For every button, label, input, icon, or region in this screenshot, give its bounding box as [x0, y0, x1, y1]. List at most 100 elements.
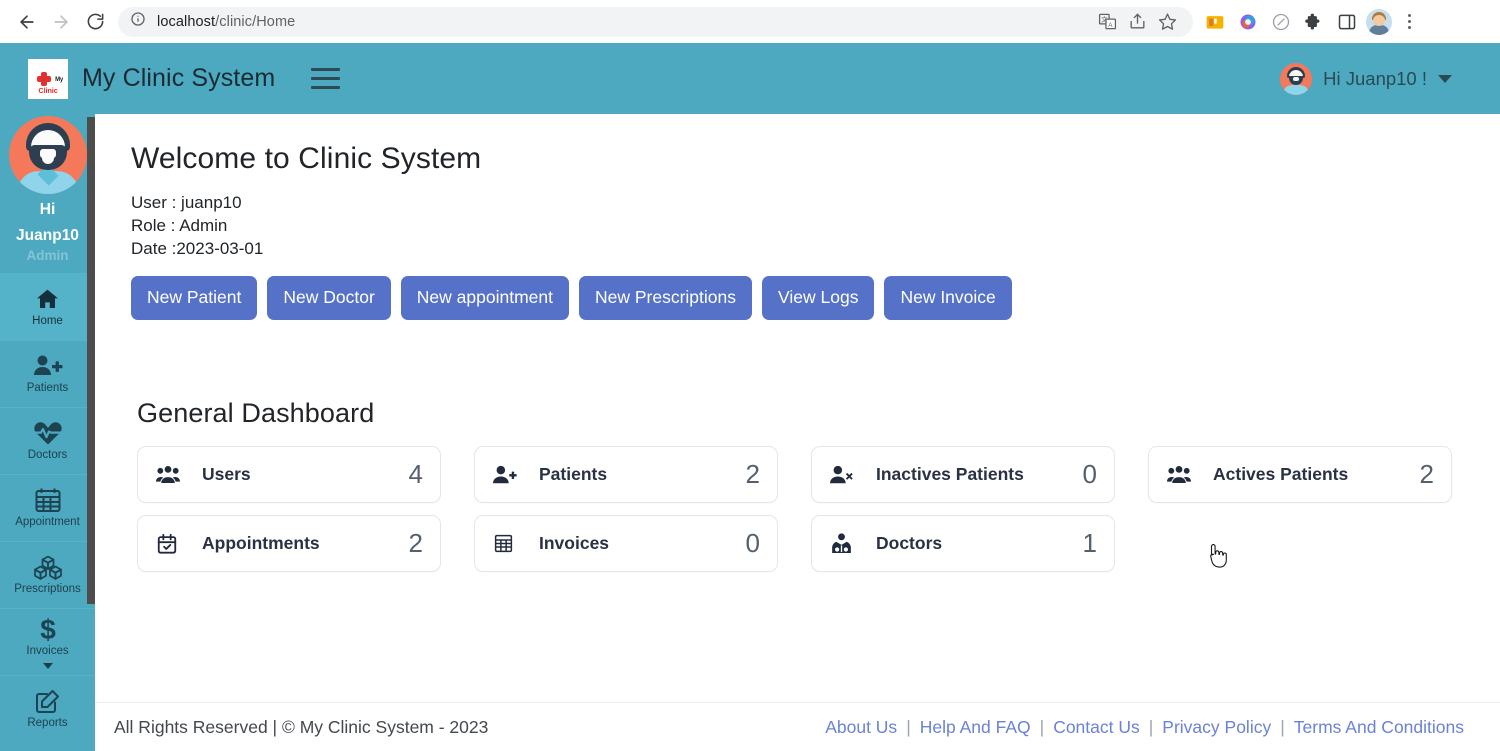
- user-plus-icon: [33, 353, 63, 379]
- sidebar-item-label: Invoices: [26, 644, 69, 657]
- stat-value: 0: [1082, 459, 1097, 489]
- stat-value: 2: [745, 459, 760, 489]
- puzzle-extensions-icon[interactable]: [1300, 8, 1328, 36]
- stat-label: Invoices: [539, 533, 610, 553]
- stat-card-doctors[interactable]: Doctors 1: [811, 515, 1115, 572]
- users-group-icon: [156, 465, 182, 484]
- new-prescriptions-button[interactable]: New Prescriptions: [578, 276, 753, 320]
- sidebar-avatar: [8, 116, 87, 194]
- sidebar-item-invoices[interactable]: $ Invoices: [0, 608, 95, 675]
- chevron-down-icon[interactable]: [1438, 74, 1452, 83]
- table-grid-icon: [493, 533, 519, 554]
- stat-label: Patients: [539, 464, 608, 484]
- back-arrow-icon[interactable]: [10, 5, 44, 39]
- stat-label: Inactives Patients: [876, 464, 1024, 484]
- profile-avatar-icon[interactable]: [1366, 8, 1392, 35]
- clinic-app: My Clinic My Clinic System Hi Juanp10 ! …: [0, 43, 1500, 751]
- sidebar-item-label: Doctors: [27, 449, 68, 461]
- page-title: Welcome to Clinic System: [131, 142, 482, 175]
- app-header: My Clinic My Clinic System Hi Juanp10 !: [0, 43, 1500, 114]
- view-logs-button[interactable]: View Logs: [762, 276, 875, 320]
- stat-card-users[interactable]: Users 4: [137, 446, 441, 503]
- sidebar-greeting-line1: Hi: [39, 201, 56, 218]
- stat-card-appointments[interactable]: Appointments 2: [137, 515, 441, 572]
- share-icon[interactable]: [1123, 8, 1151, 36]
- footer-link-contact-us[interactable]: Contact Us: [1044, 717, 1149, 738]
- doctor-icon: [830, 533, 856, 554]
- sidebar-item-label: Appointment: [15, 516, 80, 528]
- stat-card-actives-patients[interactable]: Actives Patients 2: [1148, 446, 1452, 503]
- sidebar-item-label: Home: [32, 315, 63, 327]
- edit-square-icon: [34, 688, 62, 714]
- sidebar-item-prescriptions[interactable]: Prescriptions: [0, 541, 95, 608]
- users-group-icon: [1167, 465, 1193, 484]
- sidebar-scrollbar[interactable]: [87, 117, 95, 604]
- stat-value: 0: [745, 528, 760, 558]
- chevron-down-icon[interactable]: [42, 662, 53, 669]
- stat-card-inactives-patients[interactable]: Inactives Patients 0: [811, 446, 1115, 503]
- meta-date: Date :2023-03-01: [131, 239, 264, 258]
- svg-text:$: $: [40, 615, 56, 643]
- side-panel-icon[interactable]: [1333, 8, 1361, 36]
- forward-arrow-icon[interactable]: [44, 5, 78, 39]
- home-icon: [34, 286, 61, 312]
- reload-icon[interactable]: [78, 5, 112, 39]
- main-content: Welcome to Clinic System User : juanp10 …: [95, 114, 1500, 751]
- svg-text:文: 文: [1101, 15, 1108, 24]
- hamburger-menu-icon[interactable]: [311, 66, 341, 92]
- dollar-icon: $: [38, 615, 58, 643]
- user-times-icon: [830, 465, 856, 484]
- stat-card-patients[interactable]: Patients 2: [474, 446, 778, 503]
- new-invoice-button[interactable]: New Invoice: [884, 276, 1012, 320]
- stat-value: 2: [408, 528, 423, 558]
- new-appointment-button[interactable]: New appointment: [400, 276, 569, 320]
- star-icon[interactable]: [1153, 8, 1181, 36]
- user-plus-icon: [493, 465, 519, 484]
- extension-icons: [1201, 8, 1392, 36]
- footer-link-terms-and-conditions[interactable]: Terms And Conditions: [1285, 717, 1473, 738]
- new-patient-button[interactable]: New Patient: [131, 276, 258, 320]
- sidebar-item-home[interactable]: Home: [0, 273, 95, 340]
- stat-card-invoices[interactable]: Invoices 0: [474, 515, 778, 572]
- slash-circle-extension-icon[interactable]: [1267, 8, 1295, 36]
- translate-icon[interactable]: 文A: [1093, 8, 1121, 36]
- sidebar-item-label: Reports: [27, 717, 68, 729]
- wallet-extension-icon[interactable]: [1201, 8, 1229, 36]
- sidebar-item-reports[interactable]: Reports: [0, 675, 95, 742]
- stat-label: Appointments: [202, 533, 320, 553]
- quick-actions: New Patient New Doctor New appointment N…: [95, 276, 1500, 320]
- avatar: [1280, 62, 1313, 95]
- stat-label: Actives Patients: [1213, 464, 1349, 484]
- dashboard-title: General Dashboard: [137, 398, 375, 428]
- sidebar-item-patients[interactable]: Patients: [0, 340, 95, 407]
- address-bar[interactable]: localhost/clinic/Home 文A: [118, 6, 1193, 37]
- kebab-menu-icon[interactable]: [1395, 8, 1423, 36]
- user-meta: User : juanp10 Role : Admin Date :2023-0…: [95, 191, 1500, 260]
- footer-link-help-and-faq[interactable]: Help And FAQ: [911, 717, 1040, 738]
- meta-role: Role : Admin: [131, 216, 228, 235]
- browser-toolbar: localhost/clinic/Home 文A: [0, 0, 1500, 43]
- sidebar-greeting-line2: Juanp10: [16, 227, 79, 244]
- url-text: localhost/clinic/Home: [157, 13, 296, 30]
- stat-label: Doctors: [876, 533, 943, 553]
- new-doctor-button[interactable]: New Doctor: [267, 276, 391, 320]
- dashboard-cards: Users 4 Patients 2 Inactives Patients 0: [95, 446, 1500, 572]
- copilot-extension-icon[interactable]: [1234, 8, 1262, 36]
- sidebar-item-doctors[interactable]: Doctors: [0, 407, 95, 474]
- user-greeting: Hi Juanp10 !: [1323, 67, 1427, 89]
- meta-user: User : juanp10: [131, 193, 242, 212]
- stat-value: 4: [408, 459, 423, 489]
- stat-label: Users: [202, 464, 251, 484]
- stat-value: 2: [1419, 459, 1434, 489]
- app-title: My Clinic System: [82, 64, 276, 92]
- clinic-logo-icon: My Clinic: [28, 58, 68, 99]
- calendar-icon: [34, 487, 62, 513]
- user-menu[interactable]: Hi Juanp10 !: [1280, 62, 1452, 95]
- omnibox-actions: 文A: [1093, 8, 1181, 36]
- footer-copyright: All Rights Reserved | © My Clinic System…: [114, 716, 489, 737]
- sidebar-item-appointment[interactable]: Appointment: [0, 474, 95, 541]
- footer-link-privacy-policy[interactable]: Privacy Policy: [1153, 717, 1280, 738]
- site-info-icon[interactable]: [130, 11, 146, 32]
- footer-link-about-us[interactable]: About Us: [816, 717, 906, 738]
- sidebar-profile: Hi Juanp10 Admin: [0, 114, 95, 273]
